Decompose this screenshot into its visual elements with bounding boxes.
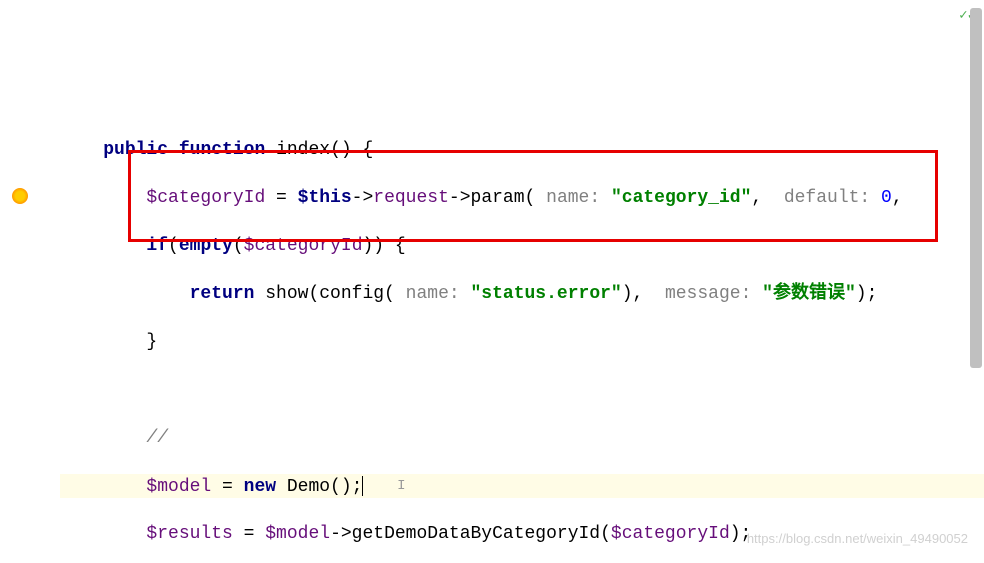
code-line: public function index() { [60, 138, 984, 162]
code-line [60, 378, 984, 402]
code-line: $categoryId = $this->request->param( nam… [60, 186, 984, 210]
code-line: } [60, 330, 984, 354]
watermark-text: https://blog.csdn.net/weixin_49490052 [747, 527, 968, 551]
code-line: if(empty($categoryId)) { [60, 234, 984, 258]
code-editor[interactable]: ✓✓ public function index() { $categoryId… [0, 0, 984, 563]
editor-gutter [0, 0, 40, 563]
ibeam-icon: I [363, 474, 405, 498]
lightbulb-icon[interactable] [12, 188, 28, 204]
code-line: return show(config( name: "status.error"… [60, 282, 984, 306]
code-line-active: $model = new Demo(); I [60, 474, 984, 498]
code-line: // [60, 426, 984, 450]
code-content[interactable]: ✓✓ public function index() { $categoryId… [40, 0, 984, 563]
